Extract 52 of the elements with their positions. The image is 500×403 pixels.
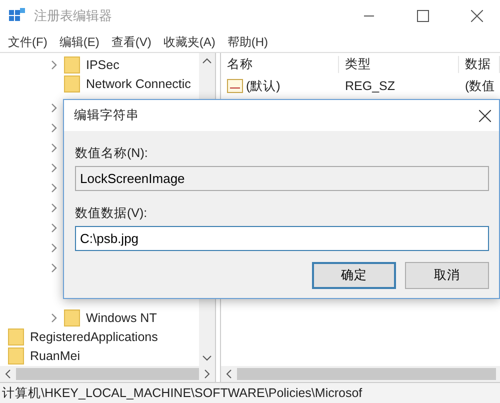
field-label: 数值数据(V): (75, 204, 148, 222)
folder-icon (64, 74, 80, 93)
chevron-right-icon[interactable] (50, 60, 58, 70)
chevron-right-icon[interactable] (50, 243, 58, 254)
chevron-right-icon[interactable] (50, 263, 58, 274)
folder-icon (64, 56, 80, 74)
horizontal-scrollbar[interactable] (221, 366, 500, 382)
field-label: 数值名称(N): (75, 144, 149, 162)
tree-item[interactable]: RuanMei (0, 346, 199, 366)
chevron-right-icon[interactable] (50, 123, 58, 134)
chevron-right-icon[interactable] (50, 313, 58, 324)
chevron-right-icon[interactable] (50, 163, 58, 174)
tree-item[interactable]: Windows NT (0, 308, 199, 328)
close-icon[interactable] (479, 110, 491, 122)
horizontal-scrollbar[interactable] (0, 366, 215, 382)
dialog-button[interactable]: 确定 (312, 262, 396, 289)
column-header[interactable]: 数据 (459, 56, 500, 72)
folder-icon (8, 347, 24, 366)
tree-item[interactable]: IPSec (0, 55, 199, 74)
folder-icon (8, 328, 24, 346)
scroll-right-icon[interactable] (203, 369, 211, 379)
string-value-icon (227, 79, 243, 93)
folder-icon (64, 309, 80, 328)
dialog-button[interactable]: 取消 (405, 262, 489, 289)
status-bar: 计算机\HKEY_LOCAL_MACHINE\SOFTWARE\Policies\Microsof (0, 382, 500, 403)
menu-item[interactable]: 文件(F) (4, 34, 52, 50)
menu-item[interactable]: 收藏夹(A) (159, 34, 220, 50)
menu-item[interactable]: 查看(V) (107, 34, 156, 50)
table-cell-text: REG_SZ (344, 79, 396, 93)
table-cell-text: (数值 (464, 78, 496, 94)
chevron-right-icon[interactable] (50, 223, 58, 234)
chevron-right-icon[interactable] (50, 183, 58, 194)
chevron-right-icon[interactable] (50, 143, 58, 154)
dialog-title: 编辑字符串 (74, 107, 139, 124)
menu-item[interactable]: 帮助(H) (223, 34, 272, 50)
scroll-left-icon[interactable] (4, 369, 12, 379)
table-cell: (默认) (246, 78, 280, 94)
chevron-right-icon[interactable] (50, 203, 58, 214)
close-icon[interactable] (471, 10, 483, 22)
window-title: 注册表编辑器 (34, 7, 113, 25)
column-header[interactable]: 名称 (221, 56, 339, 72)
input-field[interactable]: C:\psb.jpg (75, 226, 489, 251)
maximize-icon[interactable] (417, 10, 429, 22)
scroll-up-icon[interactable] (202, 57, 212, 65)
input-field[interactable]: LockScreenImage (75, 166, 489, 191)
column-header[interactable]: 类型 (339, 56, 459, 72)
tree-item[interactable]: Network Connectic (0, 74, 199, 94)
scroll-down-icon[interactable] (202, 354, 212, 362)
menu-item[interactable]: 编辑(E) (55, 34, 104, 50)
scroll-left-icon[interactable] (225, 369, 233, 379)
tree-item[interactable]: RegisteredApplications (0, 328, 199, 347)
chevron-right-icon[interactable] (50, 103, 58, 114)
